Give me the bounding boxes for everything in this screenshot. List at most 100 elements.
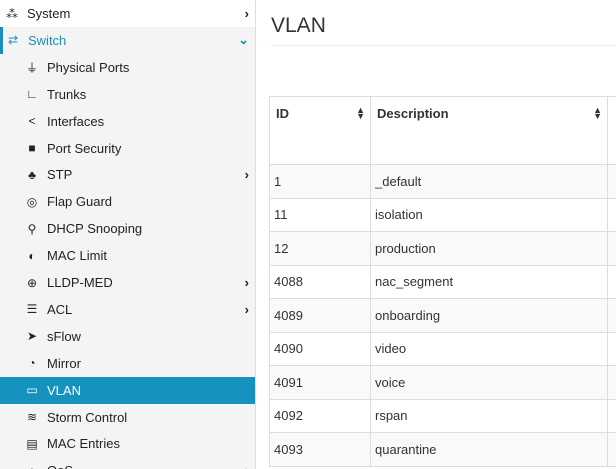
lock-icon: ■ xyxy=(28,141,36,155)
cell-description: video xyxy=(370,331,608,366)
sidebar-item-lldp-med[interactable]: ⊕ LLDP-MED › xyxy=(0,269,255,296)
column-header-id[interactable]: ID ▲ ▼ xyxy=(269,96,371,165)
sidebar-item-dhcp-snooping[interactable]: ⚲ DHCP Snooping xyxy=(0,215,255,242)
sidebar: ⁂ System › ⇄ Switch ⌄ ⏚ Physical Ports ∟ Trunks < I… xyxy=(0,0,256,469)
chevron-right-icon: › xyxy=(245,463,249,469)
cell-extra xyxy=(607,432,616,467)
sidebar-item-mac-entries[interactable]: ▤ MAC Entries xyxy=(0,430,255,457)
chevron-right-icon: › xyxy=(244,301,249,317)
sidebar-item-label: MAC Entries xyxy=(47,436,120,452)
plug-icon: ⏚ xyxy=(25,60,38,75)
paper-plane-icon: ➤ xyxy=(26,329,38,344)
wind-icon: ≋ xyxy=(26,410,38,424)
cell-description: _default xyxy=(370,164,608,199)
sidebar-item-label: Trunks xyxy=(47,86,87,102)
sidebar-item-vlan[interactable]: ▭ VLAN xyxy=(0,376,255,404)
sort-icon[interactable]: ▲ ▼ xyxy=(593,106,602,121)
exchange-icon: ⇄ xyxy=(7,33,19,48)
sidebar-item-label: STP xyxy=(47,167,73,183)
sidebar-item-stp[interactable]: ♣ STP › xyxy=(0,161,255,188)
sidebar-item-label: DHCP Snooping xyxy=(47,221,143,237)
chevron-down-icon: ⌄ xyxy=(238,32,249,48)
cell-extra xyxy=(607,398,616,433)
sidebar-item-flap-guard[interactable]: ◎ Flap Guard xyxy=(0,188,255,215)
cell-extra xyxy=(607,365,616,400)
qos-icon: ▲ xyxy=(24,464,40,469)
cell-id: 12 xyxy=(269,231,371,266)
search-plus-icon: ⊕ xyxy=(26,275,38,290)
share-icon: < xyxy=(28,114,36,129)
table-row[interactable]: 12 production xyxy=(269,231,616,266)
list-icon: ☰ xyxy=(26,302,38,317)
sidebar-item-storm-control[interactable]: ≋ Storm Control xyxy=(0,404,255,431)
chevron-right-icon: › xyxy=(244,6,249,21)
sidebar-item-label: Physical Ports xyxy=(47,59,130,75)
sidebar-item-label: VLAN xyxy=(47,382,81,398)
table-row[interactable]: 4089 onboarding xyxy=(269,298,616,333)
sidebar-item-label: ACL xyxy=(47,301,73,317)
cell-id: 4088 xyxy=(269,264,371,299)
header-label: ID xyxy=(276,106,289,121)
laptop-icon: ▭ xyxy=(26,383,38,398)
cell-extra xyxy=(607,331,616,366)
sidebar-item-label: Interfaces xyxy=(47,113,105,129)
cell-description: voice xyxy=(370,365,608,400)
cell-id: 4090 xyxy=(269,331,371,366)
divider xyxy=(271,45,616,46)
vlan-table: ID ▲ ▼ Description ▲ ▼ 1 _default 11 isolation 1… xyxy=(269,96,616,467)
cell-description: nac_segment xyxy=(370,264,608,299)
table-row[interactable]: 4090 video xyxy=(269,331,616,366)
sidebar-item-label: Port Security xyxy=(47,140,122,156)
sidebar-item-label: System xyxy=(27,6,71,21)
cell-extra xyxy=(607,164,616,199)
sidebar-item-label: MAC Limit xyxy=(47,248,107,264)
sidebar-item-mac-limit[interactable]: ◐ MAC Limit xyxy=(0,242,255,269)
cell-id: 4089 xyxy=(269,298,371,333)
sidebar-item-acl[interactable]: ☰ ACL › xyxy=(0,296,255,323)
tree-icon: ♣ xyxy=(28,167,36,182)
sidebar-item-sflow[interactable]: ➤ sFlow xyxy=(0,323,255,350)
cell-description: rspan xyxy=(370,398,608,433)
sort-icon[interactable]: ▲ ▼ xyxy=(356,106,365,121)
page-title: VLAN xyxy=(271,14,326,37)
main-content: VLAN ID ▲ ▼ Description ▲ ▼ 1 _default 11 isola… xyxy=(256,0,616,469)
sidebar-item-label: sFlow xyxy=(47,328,81,344)
adjust-icon: ◐ xyxy=(28,248,36,263)
cubes-icon: ⁂ xyxy=(6,6,18,21)
column-header-extra xyxy=(607,96,616,165)
trunk-icon: ∟ xyxy=(26,87,38,102)
sidebar-item-qos[interactable]: ▲ QoS › xyxy=(0,457,255,469)
sidebar-item-mirror[interactable]: ◔ Mirror xyxy=(0,350,255,377)
sidebar-item-system[interactable]: ⁂ System › xyxy=(0,0,255,27)
chevron-right-icon: › xyxy=(244,275,249,290)
cell-id: 1 xyxy=(269,164,371,199)
cell-description: isolation xyxy=(370,197,608,232)
chevron-right-icon: › xyxy=(244,167,249,183)
table-row[interactable]: 11 isolation xyxy=(269,197,616,232)
sidebar-item-label: Switch xyxy=(28,32,67,48)
sidebar-item-port-security[interactable]: ■ Port Security xyxy=(0,135,255,162)
sidebar-item-label: Storm Control xyxy=(47,409,128,425)
sidebar-item-label: LLDP-MED xyxy=(47,275,113,290)
cell-extra xyxy=(607,231,616,266)
sidebar-item-physical-ports[interactable]: ⏚ Physical Ports xyxy=(0,54,255,81)
cell-description: production xyxy=(370,231,608,266)
table-row[interactable]: 4093 quarantine xyxy=(269,432,616,467)
column-header-description[interactable]: Description ▲ ▼ xyxy=(370,96,608,165)
table-row[interactable]: 4091 voice xyxy=(269,365,616,400)
table-row[interactable]: 4092 rspan xyxy=(269,398,616,433)
cell-description: onboarding xyxy=(370,298,608,333)
table-row[interactable]: 1 _default xyxy=(269,164,616,199)
table-row[interactable]: 4088 nac_segment xyxy=(269,264,616,299)
sidebar-item-interfaces[interactable]: < Interfaces xyxy=(0,108,255,135)
sidebar-item-label: Mirror xyxy=(47,355,81,371)
sidebar-item-label: Flap Guard xyxy=(47,194,113,210)
sidebar-item-label: QoS xyxy=(47,463,73,469)
cell-extra xyxy=(607,264,616,299)
cell-id: 4093 xyxy=(269,432,371,467)
cell-id: 4092 xyxy=(269,398,371,433)
sidebar-item-trunks[interactable]: ∟ Trunks xyxy=(0,81,255,108)
cell-description: quarantine xyxy=(370,432,608,467)
cell-extra xyxy=(607,197,616,232)
sidebar-item-switch[interactable]: ⇄ Switch ⌄ xyxy=(0,26,255,54)
